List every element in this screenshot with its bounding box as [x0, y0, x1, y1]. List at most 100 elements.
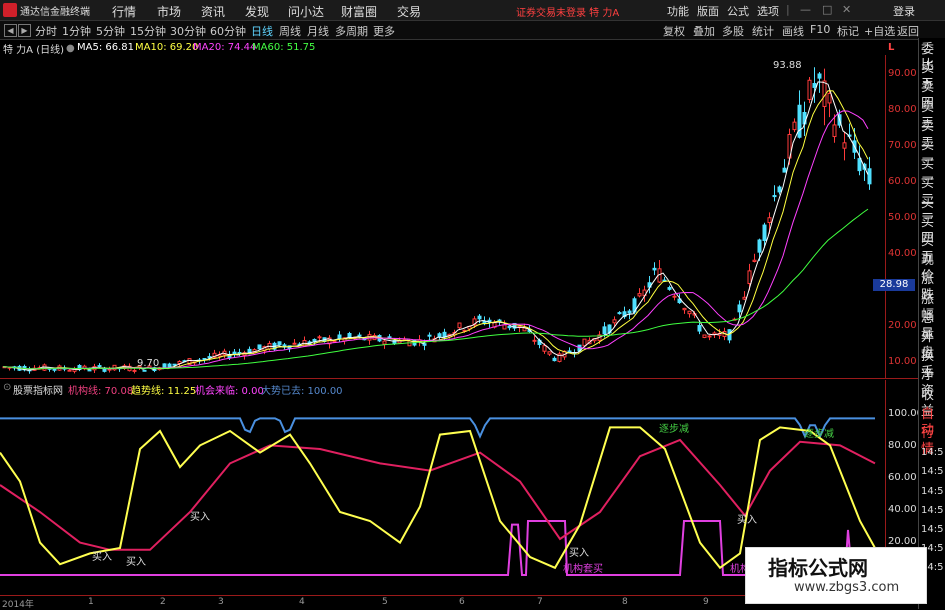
candle-body: [317, 336, 322, 339]
layout-button[interactable]: 版面: [697, 3, 719, 19]
candle-body: [292, 342, 297, 345]
statistics-button[interactable]: 统计: [752, 23, 774, 39]
date-label: 2: [160, 597, 166, 607]
menu-market[interactable]: 市场: [157, 3, 181, 20]
multi-stock-button[interactable]: 多股: [722, 23, 744, 39]
date-label: 8: [622, 597, 628, 607]
maximize-icon[interactable]: □: [822, 3, 832, 16]
menu-discover[interactable]: 发现: [245, 3, 269, 20]
quote-detail-item: 14:5: [921, 524, 944, 535]
candle-body: [87, 369, 92, 372]
reduce-signal: 逐步减: [804, 429, 834, 440]
mark-button[interactable]: 标记: [837, 23, 859, 39]
nav-right-icon[interactable]: ▶: [18, 24, 31, 37]
low-price-label: 9.70: [137, 358, 160, 369]
candle-body: [612, 319, 617, 324]
close-icon[interactable]: ✕: [842, 3, 851, 16]
menu-trade[interactable]: 交易: [397, 3, 421, 20]
candle-body: [547, 351, 552, 355]
price-tick: 40.00: [888, 248, 917, 259]
menu-news[interactable]: 资讯: [201, 3, 225, 20]
watermark-url: www.zbgs3.com: [794, 580, 900, 595]
date-label: 2014年: [2, 600, 34, 610]
buy-signal: 买入: [190, 512, 210, 523]
candle-body: [552, 357, 557, 362]
period-toolbar: ◀ ▶ 分时 1分钟 5分钟 15分钟 30分钟 60分钟 日线 周线 月线 多…: [0, 21, 945, 40]
indicator-tick: 40.00: [888, 504, 917, 515]
options-button[interactable]: 选项: [757, 3, 779, 19]
date-label: 7: [537, 597, 543, 607]
period-monthly[interactable]: 月线: [307, 23, 329, 39]
period-intraday[interactable]: 分时: [35, 23, 57, 39]
axis-corner-label: L: [888, 42, 895, 53]
app-name: 通达信金融终端: [20, 7, 90, 18]
candle-body: [742, 296, 747, 300]
candle-body: [202, 358, 207, 361]
function-button[interactable]: 功能: [667, 3, 689, 19]
candle-body: [667, 287, 672, 290]
period-1min[interactable]: 1分钟: [62, 23, 91, 39]
candle-body: [427, 334, 432, 337]
period-more[interactable]: 更多: [373, 23, 395, 39]
candle-body: [637, 293, 642, 297]
candle-body: [682, 307, 687, 311]
restore-rights-button[interactable]: 复权: [663, 23, 685, 39]
title-bar: 通达信金融终端 行情 市场 资讯 发现 问小达 财富圈 交易 证券交易未登录 特…: [0, 0, 945, 21]
settings-dot-icon[interactable]: ●: [66, 43, 75, 54]
indicator-settings-icon[interactable]: ⊙: [3, 382, 11, 393]
panel-separator: [0, 378, 918, 379]
price-tick: 10.00: [888, 356, 917, 367]
candle-body: [237, 351, 242, 354]
period-60min[interactable]: 60分钟: [210, 23, 246, 39]
draw-line-button[interactable]: 画线: [782, 23, 804, 39]
candle-body: [762, 224, 767, 241]
institution-buy-label: 机构套买: [563, 564, 603, 575]
add-watchlist-button[interactable]: +自选: [864, 23, 895, 39]
candle-body: [702, 334, 707, 338]
buy-signal: 买入: [737, 515, 757, 526]
period-15min[interactable]: 15分钟: [130, 23, 166, 39]
candle-body: [437, 333, 442, 337]
broker-notice: 证券交易未登录 特 力A: [516, 8, 620, 19]
menu-ask[interactable]: 问小达: [288, 3, 324, 20]
candle-body: [347, 333, 352, 338]
period-30min[interactable]: 30分钟: [170, 23, 206, 39]
nav-left-icon[interactable]: ◀: [4, 24, 17, 37]
ma60-value: MA60: 51.75: [252, 42, 316, 53]
candle-body: [542, 345, 547, 352]
overlay-button[interactable]: 叠加: [693, 23, 715, 39]
candle-body: [752, 259, 757, 262]
back-button[interactable]: 返回: [897, 23, 919, 39]
candle-body: [687, 310, 692, 315]
current-price-tag: 28.98: [873, 279, 915, 291]
period-5min[interactable]: 5分钟: [96, 23, 125, 39]
watermark-title: 指标公式网: [768, 556, 868, 580]
formula-button[interactable]: 公式: [727, 3, 749, 19]
period-daily[interactable]: 日线: [251, 23, 273, 39]
candle-body: [332, 340, 337, 343]
indicator-tick: 60.00: [888, 472, 917, 483]
candle-body: [357, 334, 362, 337]
candle-body: [277, 341, 282, 346]
period-multi[interactable]: 多周期: [335, 23, 368, 39]
candle-body: [757, 239, 762, 253]
candle-body: [697, 325, 702, 332]
quote-detail-item: 14:5: [921, 504, 944, 516]
minimize-icon[interactable]: —: [800, 3, 811, 16]
candle-body: [652, 267, 657, 271]
f10-button[interactable]: F10: [810, 23, 830, 36]
candle-body: [457, 322, 462, 329]
candle-body: [337, 334, 342, 339]
period-weekly[interactable]: 周线: [279, 23, 301, 39]
login-button[interactable]: 登录: [893, 3, 915, 19]
date-label: 4: [299, 597, 305, 607]
candle-body: [772, 195, 777, 198]
candlestick-chart[interactable]: [0, 55, 885, 377]
candle-body: [422, 343, 427, 346]
candle-body: [867, 168, 872, 185]
menu-wealth[interactable]: 财富圈: [341, 3, 377, 20]
title-separator: |: [786, 3, 790, 16]
candle-body: [617, 312, 622, 315]
menu-quotes[interactable]: 行情: [112, 3, 136, 20]
candle-body: [407, 340, 412, 347]
